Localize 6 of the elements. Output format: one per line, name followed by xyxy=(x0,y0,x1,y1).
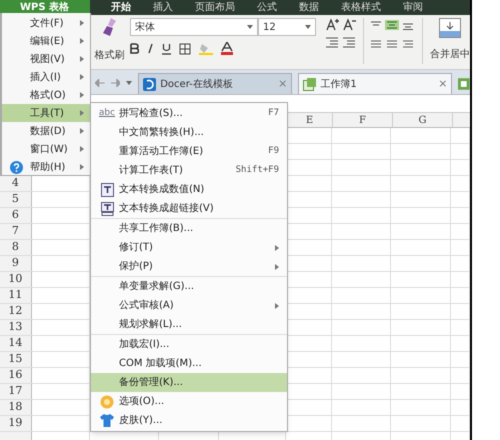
tab-label: Docer-在线模板 xyxy=(160,78,234,92)
shortcut-label: F9 xyxy=(268,144,279,158)
spell-check-icon: abc xyxy=(98,106,116,120)
shortcut-label: F7 xyxy=(268,106,279,120)
shortcut-label: Shift+F9 xyxy=(236,164,279,177)
tab-label: 工作簿1 xyxy=(320,78,358,92)
